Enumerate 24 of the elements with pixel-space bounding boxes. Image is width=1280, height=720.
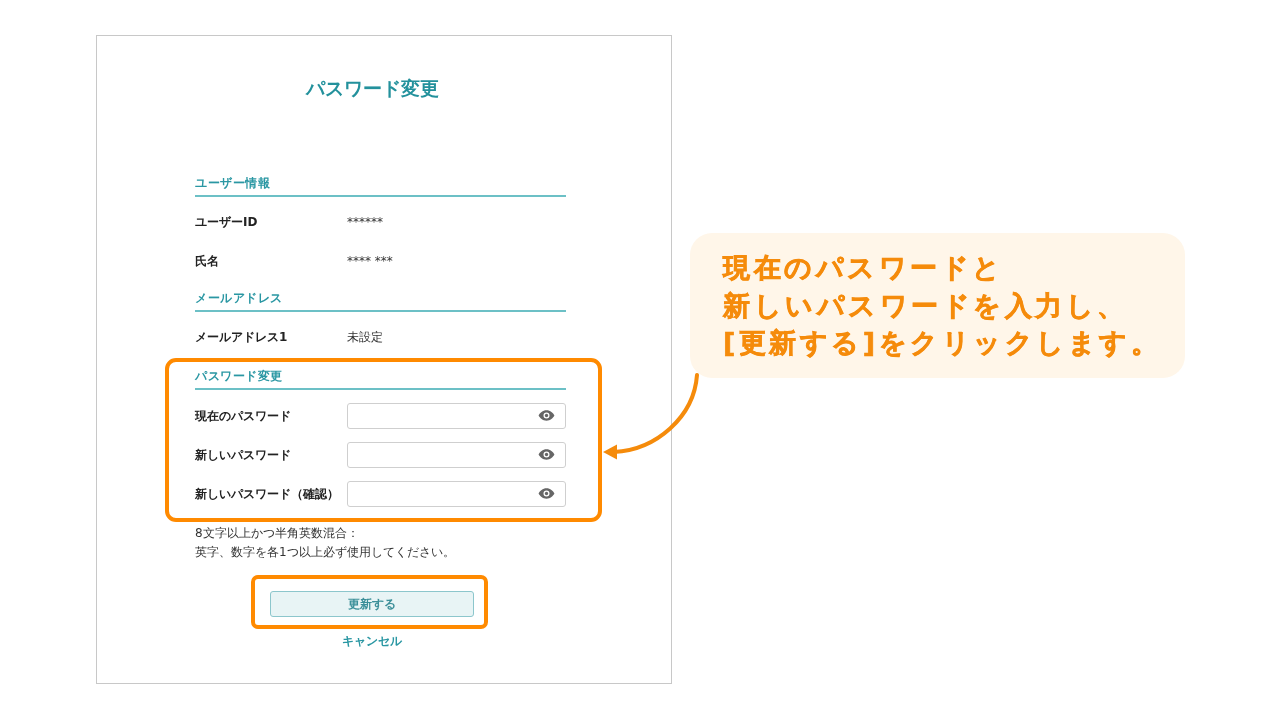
hint-text: 英字、数字を各1つ以上必ず使用してください。 bbox=[195, 544, 456, 561]
field-label: 現在のパスワード bbox=[195, 407, 292, 424]
callout-text: 現在のパスワードと 新しいパスワードを入力し、 [更新する]をクリックします。 bbox=[723, 251, 1163, 360]
password-field[interactable] bbox=[347, 441, 566, 468]
update-button[interactable]: 更新する bbox=[270, 591, 474, 617]
field-label: ユーザーID bbox=[195, 213, 259, 230]
eye-icon[interactable] bbox=[538, 449, 555, 460]
page-title: パスワード変更 bbox=[305, 76, 439, 100]
field-value: ****** bbox=[347, 213, 383, 230]
section-heading: メールアドレス bbox=[195, 290, 566, 312]
field-label: 新しいパスワード（確認） bbox=[195, 485, 340, 502]
section-heading: ユーザー情報 bbox=[195, 175, 566, 197]
eye-icon[interactable] bbox=[538, 488, 555, 499]
field-value: **** *** bbox=[347, 252, 393, 269]
eye-icon[interactable] bbox=[538, 410, 555, 421]
field-value: 未設定 bbox=[347, 328, 383, 345]
cancel-link[interactable]: キャンセル bbox=[342, 633, 402, 649]
field-label: 氏名 bbox=[195, 252, 220, 269]
hint-text: 8文字以上かつ半角英数混合： bbox=[195, 525, 360, 542]
field-label: 新しいパスワード bbox=[195, 446, 292, 463]
password-field[interactable] bbox=[347, 480, 566, 507]
password-field[interactable] bbox=[347, 402, 566, 429]
field-label: メールアドレス1 bbox=[195, 328, 289, 345]
section-heading: パスワード変更 bbox=[195, 368, 566, 390]
